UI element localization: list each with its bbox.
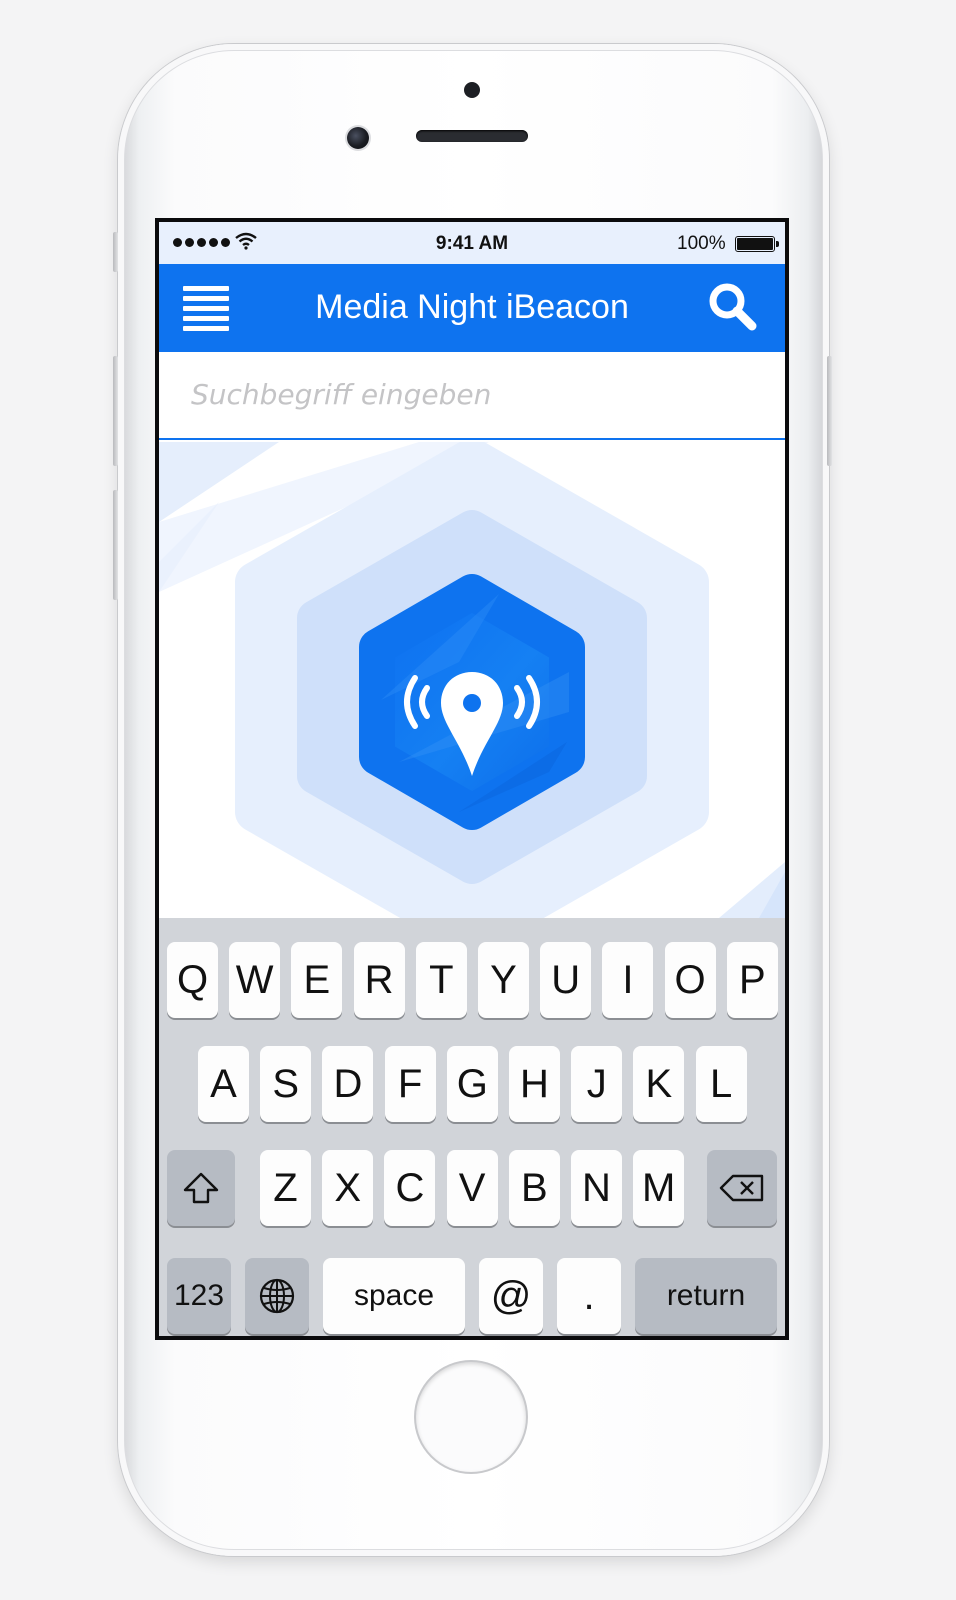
key-e[interactable]: E [291, 942, 343, 1018]
search-icon[interactable] [705, 280, 759, 334]
key-label: N [582, 1165, 611, 1210]
key-label: X [334, 1165, 362, 1210]
globe-icon [259, 1278, 295, 1314]
period-key[interactable]: . [557, 1258, 621, 1334]
key-label: Q [176, 957, 209, 1002]
search-bar [159, 352, 785, 440]
key-label: O [674, 957, 706, 1002]
app-screen: 9:41 AM 100% Media Night iBeacon Suchbeg… [159, 222, 785, 1336]
backspace-icon [719, 1174, 764, 1202]
key-label: F [397, 1061, 423, 1106]
key-m[interactable]: M [633, 1150, 685, 1226]
key-label: A [210, 1061, 237, 1106]
page-title: Media Night iBeacon [315, 288, 629, 326]
volume-down-button[interactable] [113, 490, 118, 600]
globe-key[interactable] [245, 1258, 309, 1334]
status-bar: 9:41 AM 100% [159, 222, 785, 264]
key-u[interactable]: U [540, 942, 592, 1018]
search-input[interactable] [191, 372, 751, 416]
return-key[interactable]: return [635, 1258, 777, 1334]
key-label: R [364, 957, 394, 1002]
key-l[interactable]: L [695, 1046, 747, 1122]
key-h[interactable]: H [509, 1046, 560, 1122]
ibeacon-location-pin-icon [359, 574, 585, 830]
key-label: W [235, 957, 274, 1002]
key-c[interactable]: C [384, 1150, 436, 1226]
key-label: E [303, 957, 331, 1002]
key-n[interactable]: N [571, 1150, 622, 1226]
key-label: J [586, 1061, 607, 1106]
key-label: I [622, 957, 634, 1002]
key-label: L [709, 1061, 733, 1106]
key-f[interactable]: F [384, 1046, 436, 1122]
key-p[interactable]: P [726, 942, 778, 1018]
key-label: V [458, 1165, 486, 1210]
shift-numbers-key[interactable]: 123 [167, 1258, 231, 1334]
key-d[interactable]: D [322, 1046, 374, 1122]
key-b[interactable]: B [508, 1150, 560, 1226]
key-i[interactable]: I [602, 942, 654, 1018]
mute-switch[interactable] [113, 232, 118, 272]
key-w[interactable]: W [229, 942, 281, 1018]
navigation-bar: Media Night iBeacon [159, 264, 785, 352]
key-label: U [551, 957, 581, 1002]
key-g[interactable]: G [446, 1046, 498, 1122]
at-key-label: @ [490, 1273, 532, 1318]
key-label: K [645, 1061, 673, 1106]
space-key[interactable]: space [323, 1258, 465, 1334]
space-key-label: space [353, 1279, 435, 1312]
earpiece-speaker [416, 130, 528, 142]
key-label: M [642, 1165, 676, 1210]
key-label: Z [273, 1165, 298, 1210]
home-button[interactable] [416, 1362, 526, 1472]
period-key-label: . [583, 1273, 595, 1318]
key-s[interactable]: S [260, 1046, 312, 1122]
key-j[interactable]: J [571, 1046, 623, 1122]
key-q[interactable]: Q [167, 942, 218, 1018]
volume-up-button[interactable] [113, 356, 118, 466]
screen: 9:41 AM 100% Media Night iBeacon Suchbeg… [155, 218, 789, 1340]
key-x[interactable]: X [322, 1150, 374, 1226]
hero-area [159, 442, 785, 918]
key-label: S [272, 1061, 300, 1106]
key-o[interactable]: O [664, 942, 716, 1018]
key-k[interactable]: K [633, 1046, 685, 1122]
key-a[interactable]: A [198, 1046, 249, 1122]
on-screen-keyboard: 123 space @ . return Q W E R T Y U I O P… [159, 918, 785, 1336]
key-label: H [520, 1061, 549, 1106]
front-camera [347, 127, 369, 149]
key-label: C [395, 1165, 425, 1210]
at-key[interactable]: @ [479, 1258, 543, 1334]
shift-key[interactable] [167, 1150, 235, 1226]
return-key-label: return [666, 1279, 746, 1312]
key-label: T [429, 957, 454, 1002]
key-r[interactable]: R [353, 942, 405, 1018]
battery-percent: 100% [677, 233, 726, 254]
key-label: G [456, 1061, 488, 1106]
battery-icon [735, 236, 779, 252]
shift-icon [183, 1172, 219, 1204]
key-label: D [333, 1061, 363, 1106]
key-label: B [520, 1165, 548, 1210]
proximity-sensor [464, 82, 480, 98]
delete-key[interactable] [707, 1150, 777, 1226]
power-button[interactable] [827, 356, 832, 466]
key-label: P [738, 957, 766, 1002]
key-y[interactable]: Y [478, 942, 529, 1018]
key-t[interactable]: T [415, 942, 467, 1018]
numbers-key-label: 123 [173, 1279, 225, 1312]
key-label: Y [490, 957, 517, 1002]
key-z[interactable]: Z [260, 1150, 311, 1226]
key-v[interactable]: V [446, 1150, 498, 1226]
